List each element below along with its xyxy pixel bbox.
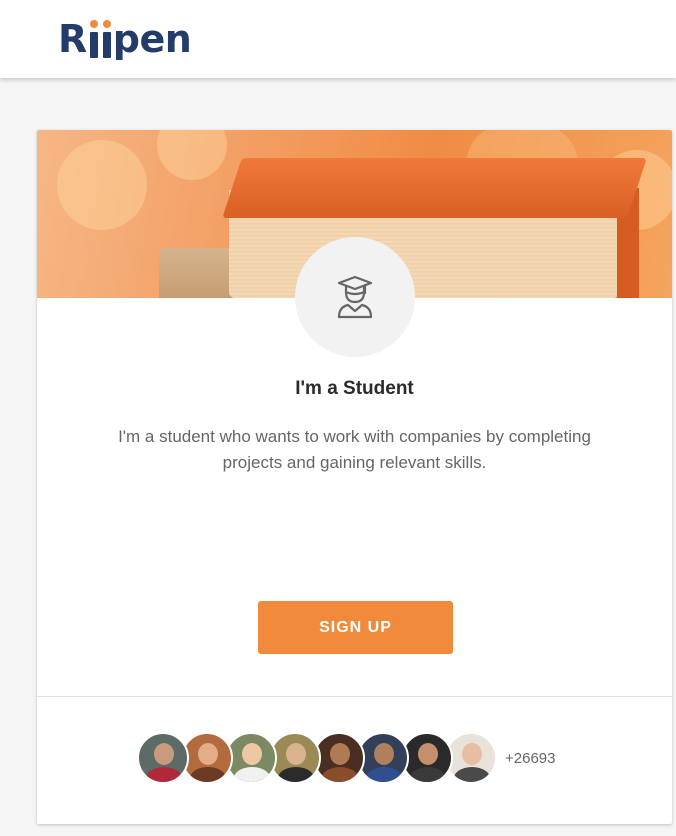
member-avatar bbox=[137, 732, 189, 784]
student-icon-badge bbox=[295, 237, 415, 357]
student-card: I'm a Student I'm a student who wants to… bbox=[37, 130, 672, 824]
members-count: +26693 bbox=[505, 749, 556, 767]
member-avatars: +26693 bbox=[137, 731, 555, 785]
sign-up-button[interactable]: SIGN UP bbox=[258, 601, 453, 654]
card-description: I'm a student who wants to work with com… bbox=[118, 427, 591, 472]
top-header: Rpen bbox=[0, 0, 676, 78]
card-title: I'm a Student bbox=[295, 378, 414, 399]
riipen-logo[interactable]: Rpen bbox=[58, 2, 192, 58]
card-divider bbox=[37, 696, 672, 697]
student-graduate-icon bbox=[337, 275, 373, 319]
